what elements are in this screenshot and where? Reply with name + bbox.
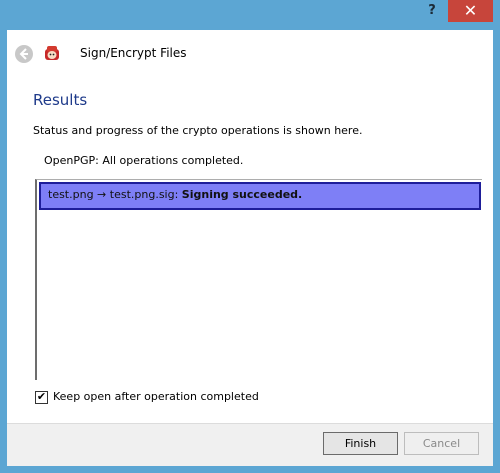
result-status: Signing succeeded. <box>181 188 303 201</box>
wizard-title: Sign/Encrypt Files <box>80 46 187 60</box>
kleopatra-icon <box>44 45 60 61</box>
help-button[interactable]: ? <box>418 0 446 22</box>
finish-button[interactable]: Finish <box>323 432 398 455</box>
wizard-header: Sign/Encrypt Files <box>7 30 493 78</box>
list-item[interactable]: test.png → test.png.sig: Signing succeed… <box>39 182 481 210</box>
keep-open-checkbox[interactable]: ✔ <box>35 391 48 404</box>
results-page: Results Status and progress of the crypt… <box>7 78 493 423</box>
dialog-frame: Sign/Encrypt Files Results Status and pr… <box>7 30 493 466</box>
result-file-label: test.png → test.png.sig: <box>48 188 182 201</box>
page-title: Results <box>33 91 88 109</box>
title-bar: ? ✕ <box>0 0 500 30</box>
window-bottom-border <box>0 466 500 473</box>
button-bar: Finish Cancel <box>7 423 493 466</box>
results-list[interactable]: test.png → test.png.sig: Signing succeed… <box>35 179 482 380</box>
page-description: Status and progress of the crypto operat… <box>33 124 363 137</box>
dialog-window: ? ✕ Sign/Encrypt Files Results Status an… <box>0 0 500 473</box>
overall-status: OpenPGP: All operations completed. <box>44 154 244 167</box>
cancel-button[interactable]: Cancel <box>404 432 479 455</box>
back-arrow-icon[interactable] <box>15 45 33 63</box>
close-button[interactable]: ✕ <box>448 0 493 22</box>
keep-open-label[interactable]: Keep open after operation completed <box>53 390 259 403</box>
